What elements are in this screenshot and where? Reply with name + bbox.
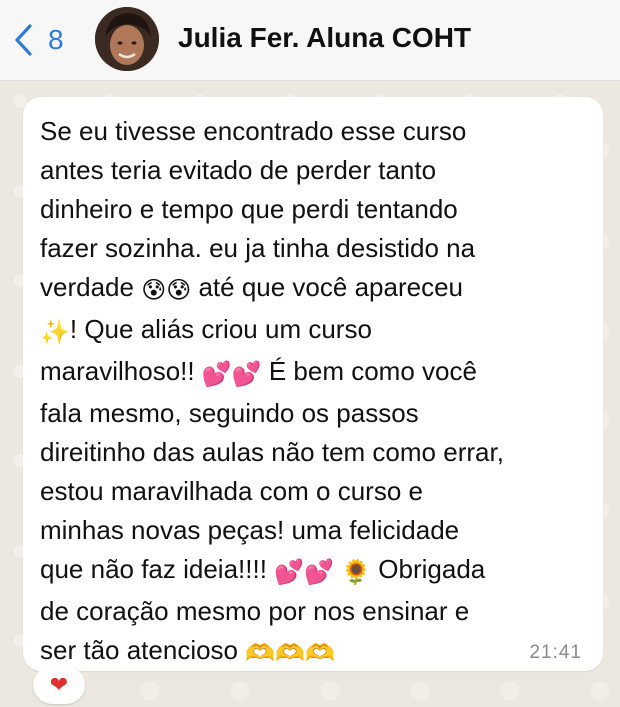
chat-header: 8 Julia Fer. Aluna COHT [0, 0, 620, 81]
text-segment: que não faz ideia!!!! [40, 554, 275, 584]
unread-count: 8 [48, 24, 64, 55]
message-line: maravilhoso!! 💕💕 É bem como você [40, 352, 590, 394]
message-text: Se eu tivesse encontrado esse curso ante… [40, 112, 590, 673]
chevron-left-icon [12, 23, 34, 57]
message-line: ✨! Que aliás criou um curso [40, 310, 590, 352]
message-line: minhas novas peças! uma felicidade [40, 515, 460, 545]
message-line: estou maravilhada com o curso e [40, 476, 423, 506]
message-line: de coração mesmo por nos ensinar e [40, 596, 470, 626]
back-button[interactable]: 8 [12, 18, 64, 62]
message-line: fazer sozinha. eu ja tinha desistido na [40, 233, 476, 263]
heart-hands-emoji-icon: 🫶🫶🫶 [245, 639, 335, 667]
message-line: Se eu tivesse encontrado esse curso [40, 116, 467, 146]
avatar[interactable] [95, 7, 159, 71]
text-segment: É bem como você [261, 356, 477, 386]
message-line: verdade 😰😰 até que você apareceu [40, 268, 590, 310]
anxious-face-emoji-icon: 😰😰 [141, 276, 192, 304]
two-hearts-emoji-icon: 💕💕 [274, 558, 334, 586]
message-line: que não faz ideia!!!! 💕💕 🌻 Obrigada [40, 550, 590, 592]
message-line: ser tão atencioso 🫶🫶🫶 [40, 631, 590, 673]
two-hearts-emoji-icon: 💕💕 [201, 360, 262, 388]
text-segment: Obrigada [371, 554, 486, 584]
message-line: direitinho das aulas não tem como errar, [40, 437, 504, 467]
heart-icon: ❤ [49, 672, 69, 698]
contact-name[interactable]: Julia Fer. Aluna COHT [178, 22, 471, 54]
text-segment: até que você apareceu [191, 272, 463, 302]
sunflower-emoji-icon: 🌻 [341, 558, 372, 586]
message-line: antes teria evitado de perder tanto [40, 155, 437, 185]
message-line: dinheiro e tempo que perdi tentando [40, 194, 458, 224]
text-segment: verdade [40, 272, 142, 302]
reaction-badge[interactable]: ❤ [33, 666, 85, 704]
message-timestamp: 21:41 [529, 642, 582, 663]
sparkles-emoji-icon: ✨ [40, 318, 70, 346]
text-segment: ! Que aliás criou um curso [69, 314, 372, 344]
text-segment: maravilhoso!! [40, 356, 202, 386]
text-segment: ser tão atencioso [40, 635, 246, 665]
message-line: fala mesmo, seguindo os passos [40, 398, 419, 428]
